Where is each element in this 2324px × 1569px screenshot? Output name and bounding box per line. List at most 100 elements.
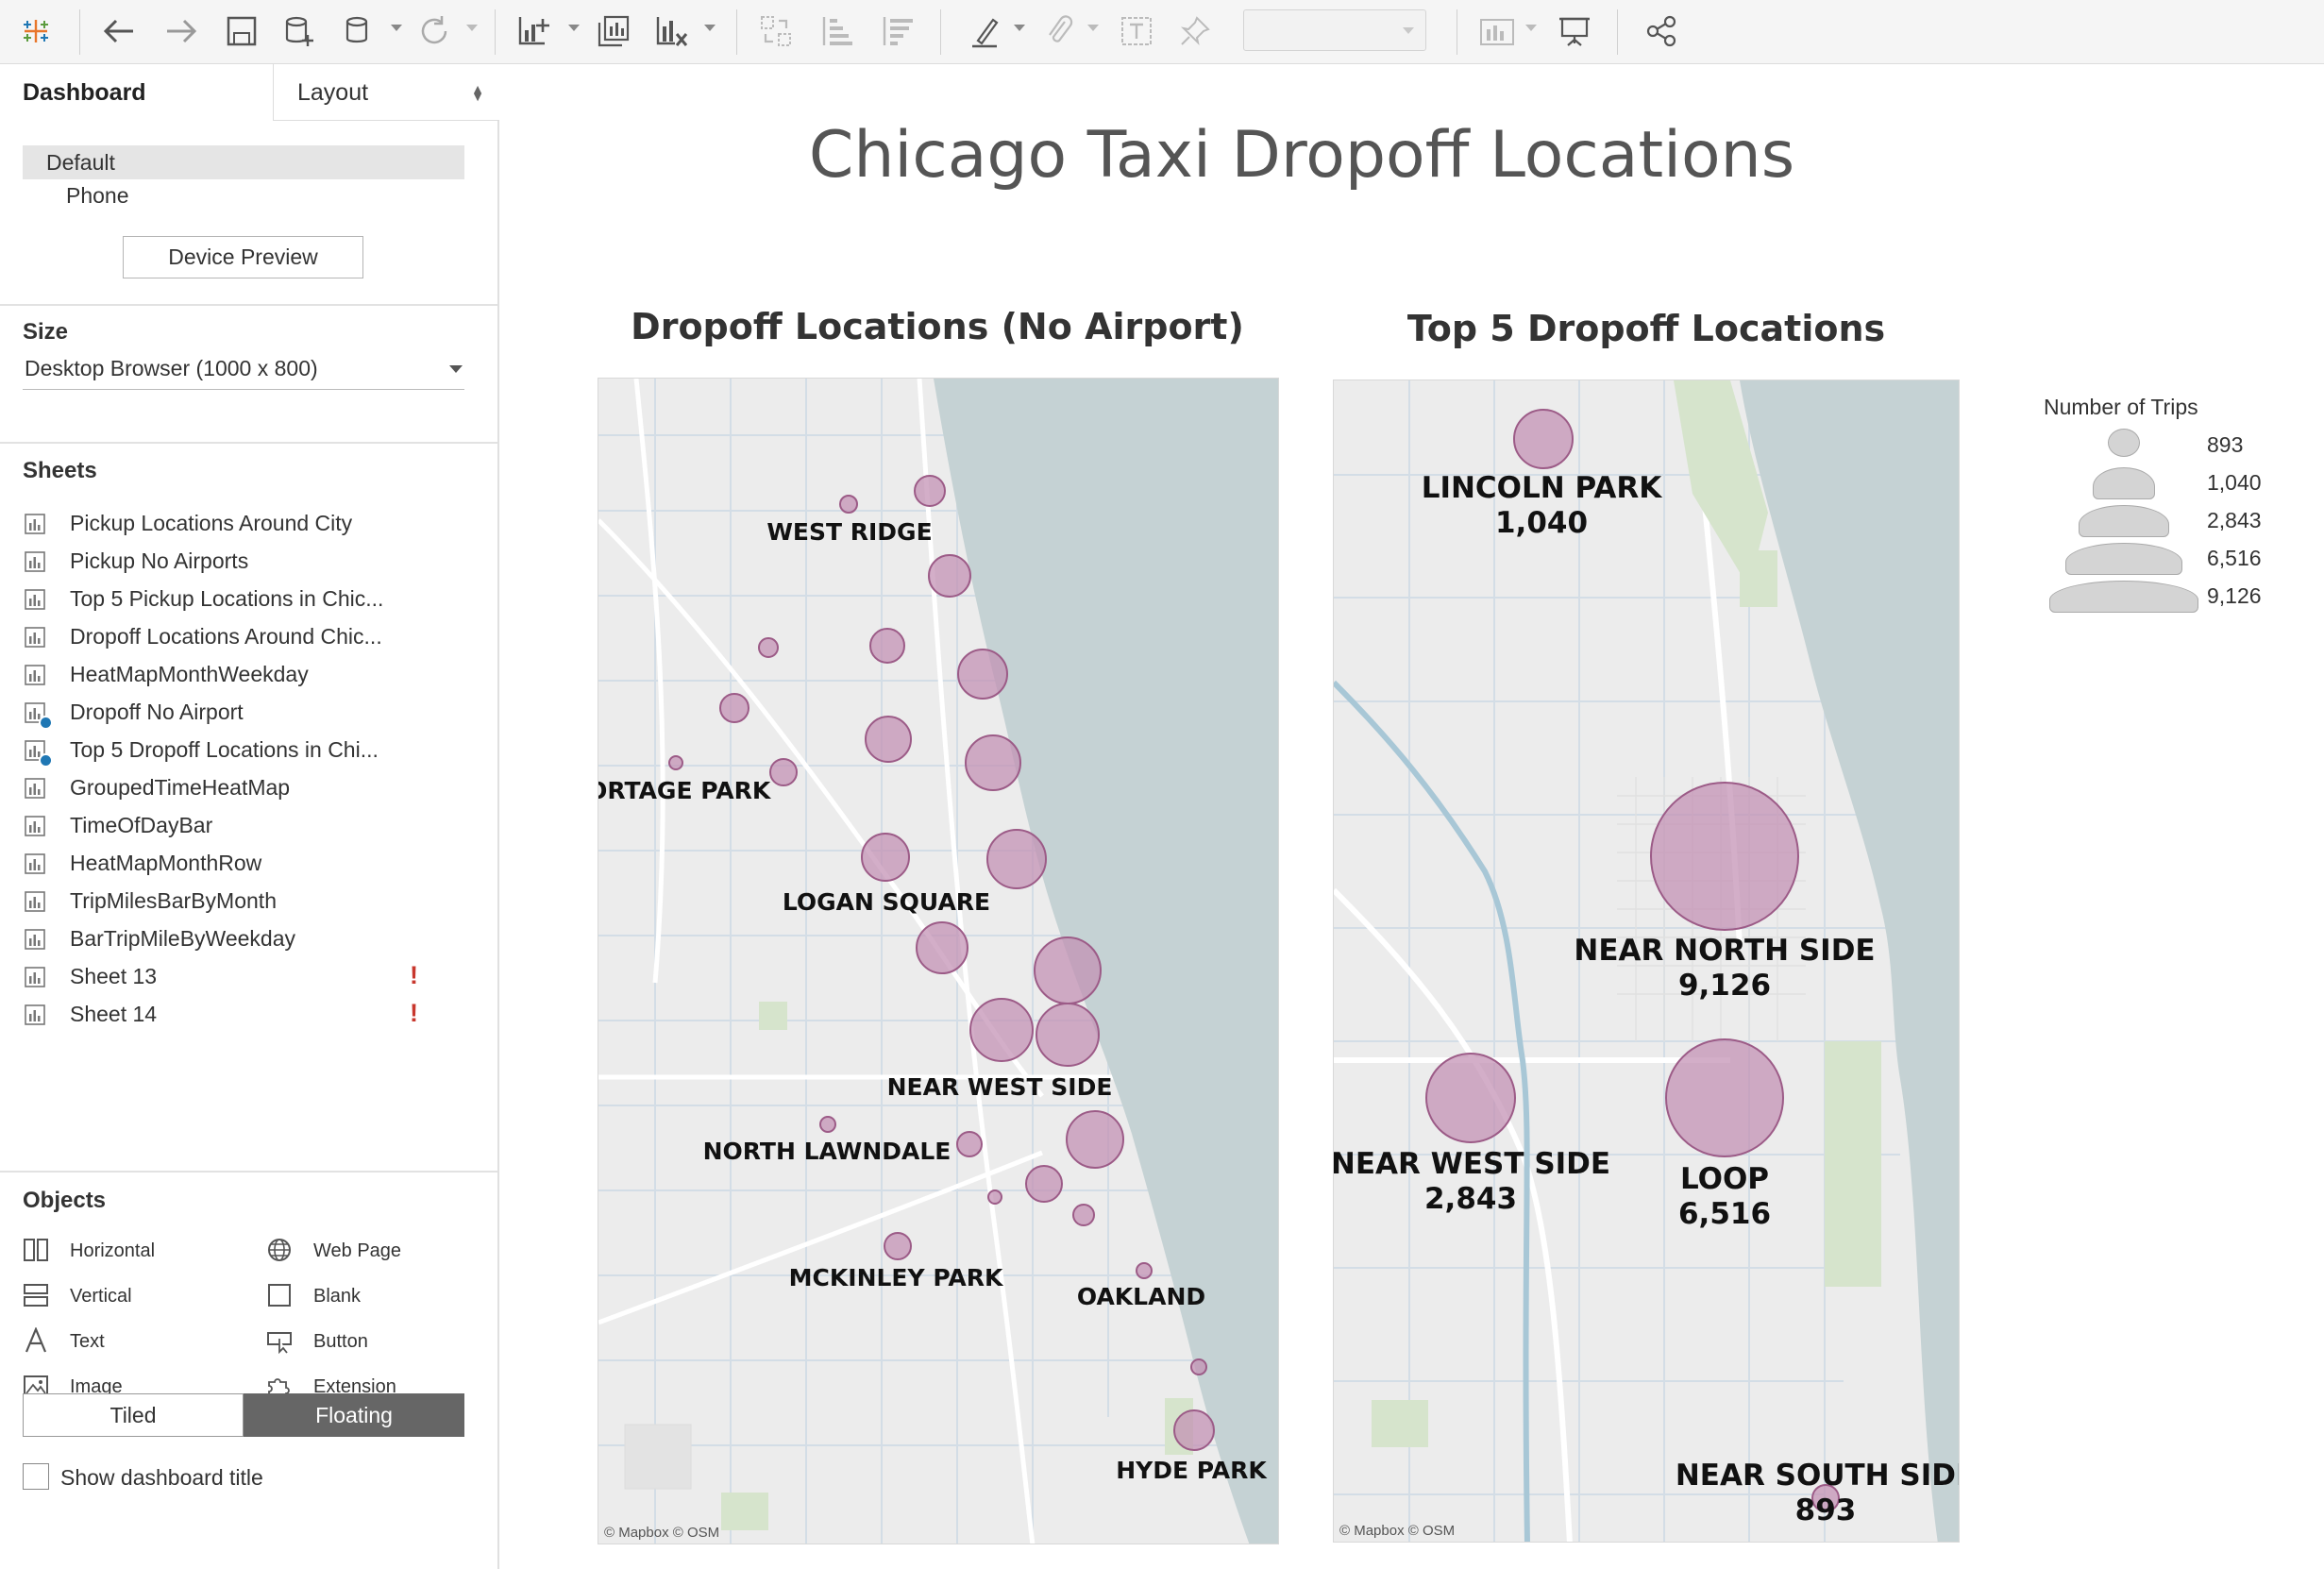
dropoff-bubble[interactable] [668,755,683,770]
dropoff-bubble[interactable] [956,1131,983,1157]
sheet-item[interactable]: GroupedTimeHeatMap [23,772,476,806]
dropoff-map-no-airport[interactable]: WEST RIDGE PORTAGE PARK LOGAN SQUARE NEA… [598,378,1279,1544]
map2-attribution: © Mapbox © OSM [1339,1523,1456,1539]
new-data-source-icon[interactable] [279,9,321,53]
map2-location-name: NEAR SOUTH SIDE [1675,1459,1960,1493]
used-in-dashboard-check-icon [39,753,53,768]
dropoff-bubble[interactable] [869,628,905,664]
sheet-item[interactable]: BarTripMileByWeekday [23,923,476,957]
dropoff-bubble[interactable] [884,1232,912,1260]
tab-dashboard[interactable]: Dashboard [23,79,146,107]
dropoff-bubble[interactable] [914,475,946,507]
top5-dropoff-bubble[interactable] [1425,1053,1516,1143]
dropoff-bubble[interactable] [861,833,910,882]
tableau-logo-icon[interactable] [17,9,55,53]
pause-updates-dropdown-icon[interactable] [391,25,402,31]
sheet-item[interactable]: HeatMapMonthWeekday [23,659,476,693]
dropoff-bubble[interactable] [1036,1003,1100,1067]
show-mark-labels-icon[interactable] [1116,9,1157,53]
size-legend-value: 9,126 [2207,583,2262,608]
dropoff-bubble[interactable] [969,998,1034,1062]
group-dropdown-icon[interactable] [1087,25,1099,31]
device-preview-button[interactable]: Device Preview [123,236,363,278]
object-label: Text [70,1331,105,1352]
sort-ascending-icon[interactable] [816,9,857,53]
dropoff-bubble[interactable] [769,758,798,786]
tab-layout[interactable]: Layout ▲ ▼ [273,64,499,121]
sort-descending-icon[interactable] [876,9,918,53]
size-select[interactable]: Desktop Browser (1000 x 800) [23,348,464,390]
refresh-icon[interactable] [413,9,455,53]
worksheet-icon [25,551,45,572]
map2-location-trips: 6,516 [1677,1197,1772,1232]
sheet-item-label: Top 5 Pickup Locations in Chic... [70,586,384,611]
sheet-item[interactable]: Sheet 13! [23,961,476,995]
dropoff-bubble[interactable] [986,829,1047,889]
top5-dropoff-bubble[interactable] [1665,1038,1784,1157]
sheet-item[interactable]: Sheet 14! [23,999,476,1033]
dropoff-bubble[interactable] [1034,936,1102,1004]
highlight-icon[interactable] [965,9,1006,53]
sheet-item[interactable]: TripMilesBarByMonth [23,886,476,919]
top5-dropoff-bubble[interactable] [1650,782,1799,931]
show-dashboard-title-checkbox[interactable] [23,1463,49,1490]
dropoff-bubble[interactable] [1066,1110,1124,1169]
dropoff-bubble[interactable] [1136,1262,1153,1279]
share-icon[interactable] [1641,9,1682,53]
dropoff-bubble[interactable] [916,921,968,974]
top5-dropoff-bubble[interactable] [1513,409,1574,469]
sheet-item-label: Sheet 14 [70,1002,158,1026]
sheet-item[interactable]: Dropoff Locations Around Chic... [23,621,476,655]
size-legend-swatch [2079,505,2169,537]
duplicate-sheet-icon[interactable] [593,9,634,53]
new-worksheet-dropdown-icon[interactable] [568,25,580,31]
undo-icon[interactable] [98,9,140,53]
floating-toggle-button[interactable]: Floating [244,1393,464,1437]
fix-axes-pin-icon[interactable] [1174,9,1216,53]
clear-sheet-icon[interactable] [651,9,693,53]
dropoff-bubble[interactable] [1173,1409,1215,1451]
fit-select[interactable] [1243,9,1426,51]
sheet-item[interactable]: Top 5 Pickup Locations in Chic... [23,583,476,617]
dropoff-bubble[interactable] [758,637,779,658]
dashboard-side-panel: Dashboard Layout ▲ ▼ Default Phone Device… [0,64,499,1569]
dropoff-bubble[interactable] [839,495,858,514]
device-layout-default[interactable]: Default [23,145,464,179]
sheet-item[interactable]: HeatMapMonthRow [23,848,476,882]
divider [0,442,497,444]
worksheet-icon [25,589,45,610]
dropoff-bubble[interactable] [719,693,749,723]
new-worksheet-icon[interactable] [514,9,555,53]
pause-updates-icon[interactable] [340,9,381,53]
top5-dropoff-map[interactable]: LINCOLN PARK 1,040 NEAR NORTH SIDE 9,126 N… [1333,380,1960,1543]
dropoff-bubble[interactable] [928,554,971,598]
sheet-item[interactable]: Pickup Locations Around City [23,508,476,542]
presentation-mode-icon[interactable] [1554,9,1595,53]
tiled-toggle-button[interactable]: Tiled [23,1393,244,1437]
refresh-dropdown-icon[interactable] [466,25,478,31]
highlight-dropdown-icon[interactable] [1014,25,1025,31]
dropoff-bubble[interactable] [1072,1204,1095,1226]
dropoff-bubble[interactable] [957,649,1008,700]
dropoff-bubble[interactable] [965,734,1021,791]
map1-bubble-layer [668,475,1215,1451]
map2-location-name: LINCOLN PARK [1421,471,1662,505]
device-layout-default-label: Default [46,150,115,175]
sheet-item[interactable]: Pickup No Airports [23,546,476,580]
redo-icon[interactable] [160,9,202,53]
swap-rows-columns-icon[interactable] [755,9,797,53]
show-me-icon[interactable] [1476,9,1518,53]
save-icon[interactable] [221,9,262,53]
clear-sheet-dropdown-icon[interactable] [704,25,716,31]
dropoff-bubble[interactable] [1190,1358,1207,1375]
sheet-item[interactable]: Dropoff No Airport [23,697,476,731]
device-layout-phone[interactable]: Phone [66,183,129,209]
sheet-item[interactable]: TimeOfDayBar [23,810,476,844]
sheet-item[interactable]: Top 5 Dropoff Locations in Chi... [23,734,476,768]
dropoff-bubble[interactable] [865,716,912,763]
dropoff-bubble[interactable] [819,1116,836,1133]
show-me-dropdown-icon[interactable] [1525,25,1537,31]
dropoff-bubble[interactable] [987,1189,1002,1205]
dropoff-bubble[interactable] [1025,1165,1063,1203]
group-members-icon[interactable] [1038,9,1080,53]
